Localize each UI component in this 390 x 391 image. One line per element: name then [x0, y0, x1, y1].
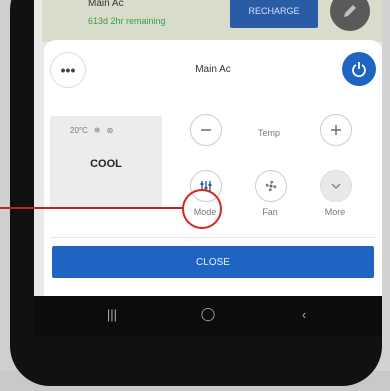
temp-label: Temp	[258, 128, 281, 138]
fan-icon	[265, 180, 277, 192]
sheet-title: Main Ac	[195, 64, 231, 75]
current-mode-card: 20°C ❄ ⊛ COOL	[50, 116, 162, 208]
fan-label: Fan	[262, 207, 278, 217]
callout-line	[0, 207, 183, 209]
recharge-button[interactable]: RECHARGE	[230, 0, 318, 28]
power-icon	[352, 62, 366, 78]
back-button[interactable]: ‹	[284, 304, 324, 324]
home-button[interactable]: ◯	[188, 304, 228, 324]
edit-button[interactable]	[330, 0, 370, 31]
more-label: More	[324, 207, 346, 217]
temp-increase-button[interactable]	[320, 114, 352, 146]
device-title: Main Ac	[88, 0, 124, 9]
pencil-icon	[344, 5, 356, 17]
close-button[interactable]: CLOSE	[52, 246, 374, 278]
chevron-down-icon	[331, 183, 341, 190]
phone-screen: Main Ac 613d 2hr remaining RECHARGE ••• …	[34, 0, 382, 296]
plus-icon	[331, 125, 341, 135]
mode-status-row: 20°C ❄ ⊛	[70, 126, 113, 135]
recent-apps-icon: |||	[106, 306, 118, 322]
mode-name: COOL	[90, 158, 122, 170]
power-button[interactable]	[342, 52, 376, 86]
device-card[interactable]: Main Ac 613d 2hr remaining RECHARGE	[42, 0, 382, 42]
more-button[interactable]	[320, 170, 352, 202]
remaining-time: 613d 2hr remaining	[88, 16, 166, 26]
home-icon: ◯	[200, 306, 216, 321]
fan-small-icon: ⊛	[106, 126, 114, 135]
divider	[50, 237, 376, 238]
minus-icon	[201, 129, 211, 131]
control-sheet: ••• Main Ac 20°C ❄ ⊛ COOL Temp Mode Fan …	[44, 40, 382, 296]
fan-button[interactable]	[255, 170, 287, 202]
temp-decrease-button[interactable]	[190, 114, 222, 146]
system-nav-bar: ||| ◯ ‹	[34, 296, 382, 336]
snowflake-icon: ❄	[93, 126, 101, 135]
back-icon: ‹	[301, 306, 307, 322]
current-temp: 20°C	[70, 126, 88, 135]
recent-apps-button[interactable]: |||	[92, 304, 132, 324]
highlight-circle	[182, 189, 222, 229]
